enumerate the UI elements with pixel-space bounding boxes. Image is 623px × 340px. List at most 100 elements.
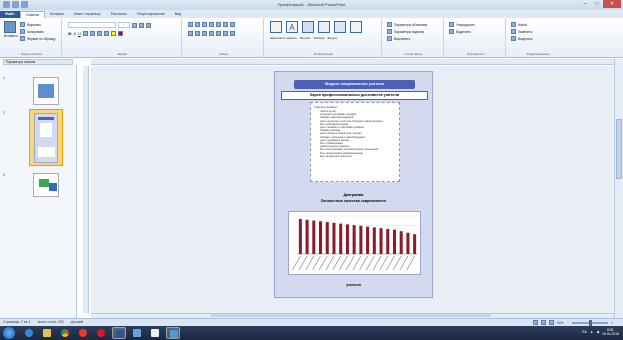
web-layout-icon[interactable] bbox=[548, 320, 554, 325]
taskbar-app-explorer[interactable] bbox=[40, 327, 54, 339]
word-count[interactable]: Число слов: 203 bbox=[37, 320, 63, 324]
table-icon[interactable] bbox=[318, 21, 330, 33]
draw-textbox-label[interactable]: Нарисовать надпись bbox=[270, 36, 297, 40]
horizontal-ruler[interactable] bbox=[91, 59, 614, 65]
picture-icon[interactable] bbox=[302, 21, 314, 33]
zoom-slider[interactable] bbox=[571, 319, 608, 326]
reading-view-icon[interactable] bbox=[540, 320, 546, 325]
page-count[interactable]: Страница: 2 из 4 bbox=[3, 320, 30, 324]
tab-file[interactable]: Файл bbox=[0, 11, 20, 18]
shrink-font-icon[interactable] bbox=[139, 22, 144, 28]
cut-button[interactable]: Вырезать bbox=[27, 23, 41, 27]
slide-title[interactable]: Модель современного учителя bbox=[294, 80, 415, 89]
picture-label[interactable]: Рисунок bbox=[300, 36, 311, 40]
table-label[interactable]: Таблица bbox=[313, 36, 324, 40]
grow-font-icon[interactable] bbox=[132, 22, 137, 28]
taskbar-app-powerpoint[interactable] bbox=[166, 327, 180, 339]
taskbar-app-word[interactable] bbox=[112, 327, 126, 339]
qualities-text-box[interactable]: Учитель должен: любить детей; интересно … bbox=[310, 102, 400, 182]
tab-home[interactable]: Главная bbox=[19, 11, 46, 18]
qualities-chart[interactable] bbox=[288, 211, 421, 275]
increase-indent-icon[interactable] bbox=[216, 22, 221, 27]
justify-icon[interactable] bbox=[209, 31, 214, 36]
highlight-icon[interactable] bbox=[110, 31, 116, 36]
arrange-order-button[interactable]: Упорядочить bbox=[456, 23, 475, 27]
find-button[interactable]: Найти bbox=[518, 23, 527, 27]
taskbar-app-opera[interactable] bbox=[94, 327, 108, 339]
textbox-options-button[interactable]: Параметры надписи bbox=[394, 30, 424, 34]
bullets-icon[interactable] bbox=[188, 22, 193, 27]
bold-icon[interactable]: Ж bbox=[68, 31, 72, 36]
taskbar-app-notepad[interactable] bbox=[148, 327, 162, 339]
format-painter-button[interactable]: Формат по образцу bbox=[27, 37, 56, 41]
paste-icon[interactable] bbox=[4, 21, 16, 33]
slide-page[interactable]: Модель современного учителя Карта профес… bbox=[274, 71, 433, 298]
tab-mailings[interactable]: Рассылки bbox=[106, 11, 132, 18]
align-left-icon[interactable] bbox=[188, 31, 193, 36]
vertical-ruler[interactable] bbox=[83, 66, 89, 313]
language-indicator[interactable]: русский bbox=[71, 320, 84, 324]
tab-insert[interactable]: Вставка bbox=[45, 11, 68, 18]
print-layout-icon[interactable] bbox=[532, 320, 538, 325]
volume-icon[interactable]: ◀ bbox=[596, 330, 599, 334]
show-marks-icon[interactable] bbox=[230, 22, 235, 27]
network-icon[interactable]: ▲ bbox=[590, 330, 593, 334]
clear-format-icon[interactable] bbox=[146, 22, 151, 28]
paste-button[interactable]: Вставить bbox=[4, 34, 18, 38]
replace-button[interactable]: Заменить bbox=[518, 30, 532, 34]
maximize-button[interactable]: □ bbox=[591, 0, 603, 8]
shading-icon[interactable] bbox=[223, 31, 228, 36]
italic-icon[interactable]: К bbox=[74, 31, 76, 36]
decrease-indent-icon[interactable] bbox=[209, 22, 214, 27]
taskbar-app-ie[interactable] bbox=[22, 327, 36, 339]
arrange-icon[interactable] bbox=[350, 21, 362, 33]
minimize-button[interactable]: – bbox=[579, 0, 591, 8]
close-button[interactable]: ✕ bbox=[603, 0, 621, 8]
sort-icon[interactable] bbox=[223, 22, 228, 27]
language-tray[interactable]: RU bbox=[582, 330, 587, 334]
numbering-icon[interactable] bbox=[195, 22, 200, 27]
shapes-icon[interactable] bbox=[334, 21, 346, 33]
zoom-out-button[interactable]: − bbox=[567, 321, 569, 325]
text-effects-icon[interactable] bbox=[103, 31, 109, 36]
taskbar-app-yandex[interactable] bbox=[76, 327, 90, 339]
slide-subtitle[interactable]: Карта профессиональных достоинств учител… bbox=[281, 91, 428, 100]
align-right-icon[interactable] bbox=[202, 31, 207, 36]
wrap-options-button[interactable]: Параметры обтекания bbox=[394, 23, 427, 27]
text-box-icon[interactable]: A bbox=[286, 21, 298, 33]
superscript-icon[interactable] bbox=[96, 31, 102, 36]
slide-thumbnail-2-selected[interactable] bbox=[29, 109, 63, 166]
font-name-box[interactable] bbox=[68, 22, 116, 28]
subscript-icon[interactable] bbox=[89, 31, 95, 36]
align-center-icon[interactable] bbox=[195, 31, 200, 36]
font-color-icon[interactable] bbox=[117, 31, 123, 36]
styles-icon[interactable] bbox=[270, 21, 282, 33]
tab-page-layout[interactable]: Макет страницы bbox=[69, 11, 106, 18]
horizontal-scroll-thumb[interactable] bbox=[211, 314, 491, 317]
multilevel-list-icon[interactable] bbox=[202, 22, 207, 27]
chart-bar bbox=[366, 226, 370, 254]
font-size-box[interactable] bbox=[118, 22, 130, 28]
underline-icon[interactable]: Ч bbox=[78, 31, 81, 36]
strikethrough-icon[interactable] bbox=[82, 31, 88, 36]
borders-icon[interactable] bbox=[230, 31, 235, 36]
tab-review[interactable]: Рецензирование bbox=[132, 11, 170, 18]
start-button-icon[interactable] bbox=[3, 327, 15, 339]
line-spacing-icon[interactable] bbox=[216, 31, 221, 36]
select-button[interactable]: Выделить bbox=[518, 37, 533, 41]
clock[interactable]: 8:51 15.04.2016 bbox=[602, 328, 619, 336]
zoom-level[interactable]: 60% bbox=[557, 321, 564, 325]
zoom-slider-thumb[interactable] bbox=[588, 319, 592, 326]
slide-thumbnail-1[interactable] bbox=[33, 77, 59, 105]
vertical-scroll-thumb[interactable] bbox=[616, 119, 622, 179]
taskbar-app-chrome[interactable] bbox=[58, 327, 72, 339]
taskbar-app-explorer-2[interactable] bbox=[130, 327, 144, 339]
select-objects-button[interactable]: Выделить bbox=[456, 30, 471, 34]
slide-thumbnail-3[interactable] bbox=[33, 173, 59, 197]
zoom-in-button[interactable]: + bbox=[611, 321, 613, 325]
shapes-label[interactable]: Фигуры bbox=[327, 36, 337, 40]
vertical-scrollbar[interactable] bbox=[614, 59, 623, 318]
align-objects-button[interactable]: Выровнять bbox=[394, 37, 410, 41]
copy-button[interactable]: Копировать bbox=[27, 30, 44, 34]
tab-view[interactable]: Вид bbox=[170, 11, 187, 18]
